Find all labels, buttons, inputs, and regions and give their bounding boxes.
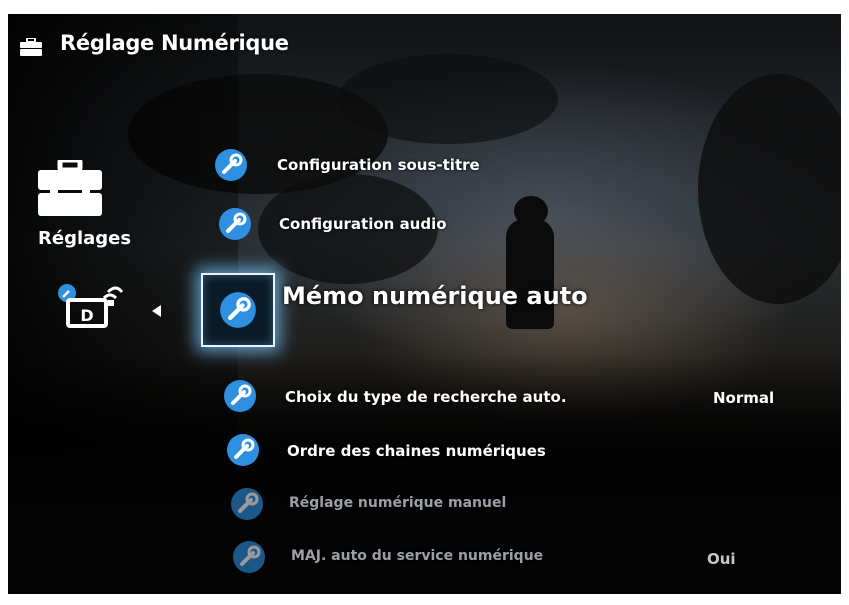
tree-silhouette	[698, 74, 841, 304]
toolbox-icon	[38, 160, 102, 216]
menu-item-manual-tuning: Réglage numérique manuel	[289, 495, 507, 511]
menu-item-auto-digital-memo[interactable]: Mémo numérique auto	[282, 282, 588, 310]
category-label: Réglages	[38, 228, 132, 249]
page-title: Réglage Numérique	[60, 31, 289, 55]
person-silhouette-body	[506, 219, 554, 329]
menu-item-channel-order[interactable]: Ordre des chaines numériques	[287, 442, 546, 460]
wrench-icon	[233, 541, 265, 573]
auto-service-update-value: Oui	[707, 550, 736, 568]
tree-silhouette	[338, 54, 558, 144]
digital-tv-settings-icon[interactable]: D	[56, 284, 124, 330]
wrench-icon	[215, 149, 247, 181]
svg-text:D: D	[80, 306, 93, 325]
menu-item-audio-config[interactable]: Configuration audio	[279, 215, 447, 233]
selected-item-highlight[interactable]	[201, 273, 275, 347]
collapse-arrow-icon[interactable]	[152, 305, 161, 317]
wrench-icon	[224, 380, 256, 412]
menu-item-auto-service-update: MAJ. auto du service numérique	[291, 548, 544, 564]
tv-screen: Réglage Numérique Réglages D Configurati…	[8, 14, 841, 594]
wrench-icon	[231, 488, 263, 520]
toolbox-icon	[20, 38, 42, 56]
menu-item-auto-search-type[interactable]: Choix du type de recherche auto.	[285, 388, 567, 406]
wrench-icon	[219, 208, 251, 240]
wrench-icon	[220, 292, 256, 328]
wrench-icon	[227, 434, 259, 466]
auto-search-type-value: Normal	[713, 389, 775, 407]
menu-item-subtitle-config[interactable]: Configuration sous-titre	[277, 156, 480, 174]
